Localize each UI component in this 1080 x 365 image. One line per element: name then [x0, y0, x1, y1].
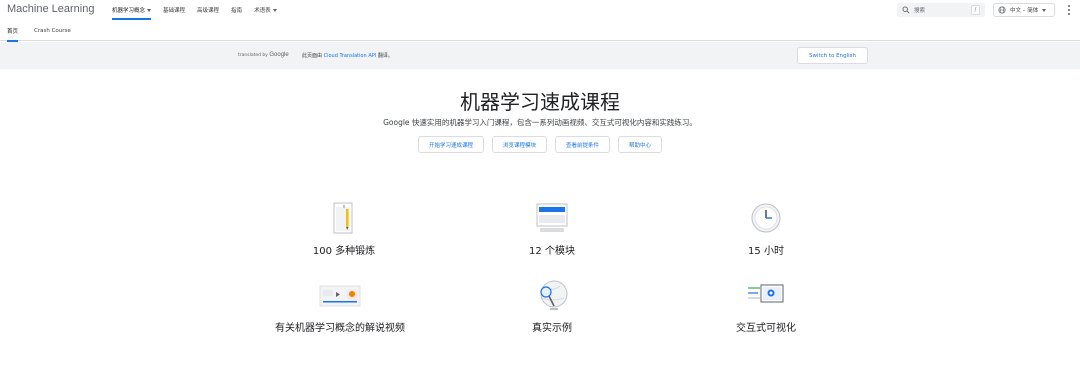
feature-exercises: 100 多种锻炼 — [244, 199, 444, 257]
sub-tabs: 首页 Crash Course — [0, 20, 1080, 42]
tab-home[interactable]: 首页 — [7, 20, 19, 42]
switch-to-english-button[interactable]: Switch to English — [797, 47, 868, 64]
nav-item-label: 高级课程 — [197, 8, 220, 14]
feature-label: 有关机器学习概念的解说视频 — [275, 323, 405, 334]
more-options-icon[interactable] — [1066, 4, 1072, 16]
translated-by-label: translated by — [238, 53, 268, 58]
magnifier-globe-icon — [540, 280, 568, 310]
chevron-down-icon — [1042, 8, 1047, 12]
search-icon — [902, 6, 910, 14]
view-prerequisites-button[interactable]: 查看前提条件 — [555, 136, 611, 153]
cloud-translation-link[interactable]: Cloud Translation API — [324, 53, 377, 59]
nav-item-label: 术语表 — [254, 8, 271, 14]
site-logo-text[interactable]: Machine Learning — [7, 3, 94, 15]
feature-label: 真实示例 — [532, 323, 572, 334]
nav-item-glossary[interactable]: 术语表 — [254, 0, 277, 20]
nav-item-label: 基础课程 — [163, 8, 186, 14]
help-center-button[interactable]: 帮助中心 — [618, 136, 663, 153]
feature-modules: 12 个模块 — [452, 199, 652, 257]
translated-by-google: translated by Google — [238, 52, 289, 58]
search-placeholder: 搜索 — [914, 8, 926, 14]
search-input[interactable]: 搜索 / — [897, 3, 985, 17]
translation-note-suffix: 翻译。 — [377, 53, 393, 59]
feature-label: 15 小时 — [748, 246, 784, 257]
language-label: 中文 – 简体 — [1010, 8, 1039, 14]
google-wordmark: Google — [269, 52, 289, 58]
feature-real-examples: 真实示例 — [452, 276, 652, 334]
top-nav: 机器学习概念 基础课程 高级课程 指南 术语表 — [112, 0, 289, 20]
start-crash-course-button[interactable]: 开始学习速成课程 — [417, 136, 484, 153]
video-player-icon — [319, 285, 361, 307]
modules-screen-icon — [536, 203, 568, 232]
feature-label: 100 多种锻炼 — [312, 246, 376, 257]
exercise-sheet-icon — [333, 202, 353, 234]
search-shortcut-key: / — [971, 5, 980, 15]
feature-label: 交互式可视化 — [736, 323, 796, 334]
tab-crash-course[interactable]: Crash Course — [34, 20, 71, 41]
chevron-down-icon — [147, 8, 152, 12]
clock-icon — [751, 203, 781, 233]
chevron-down-icon — [272, 8, 277, 12]
translation-note-prefix: 此页面由 — [302, 53, 323, 59]
globe-icon — [998, 6, 1006, 14]
language-selector[interactable]: 中文 – 简体 — [993, 3, 1055, 17]
nav-item-label: 机器学习概念 — [112, 8, 146, 14]
page-subtitle: Google 快速实用的机器学习入门课程，包含一系列动画视频、交互式可视化内容和… — [383, 118, 697, 127]
feature-label: 12 个模块 — [529, 246, 575, 257]
feature-interactive-visualization: 交互式可视化 — [666, 276, 866, 334]
translation-banner: translated by Google 此页面由 Cloud Translat… — [0, 42, 1080, 69]
nav-item-advanced-courses[interactable]: 高级课程 — [197, 0, 219, 20]
feature-duration: 15 小时 — [666, 199, 866, 257]
hero-buttons: 开始学习速成课程 浏览课程模块 查看前提条件 帮助中心 — [0, 136, 1080, 153]
browse-modules-button[interactable]: 浏览课程模块 — [491, 136, 547, 153]
page-title: 机器学习速成课程 — [460, 90, 620, 114]
interactive-visualization-icon — [748, 284, 784, 303]
nav-item-ml-concepts[interactable]: 机器学习概念 — [112, 0, 152, 20]
feature-videos: 有关机器学习概念的解说视频 — [240, 276, 440, 334]
translation-note: 此页面由 Cloud Translation API 翻译。 — [302, 52, 393, 59]
nav-item-guides[interactable]: 指南 — [231, 0, 242, 20]
top-app-bar: Machine Learning 机器学习概念 基础课程 高级课程 指南 术语表… — [0, 0, 1080, 20]
nav-item-label: 指南 — [231, 8, 243, 14]
nav-item-foundational-courses[interactable]: 基础课程 — [163, 0, 185, 20]
